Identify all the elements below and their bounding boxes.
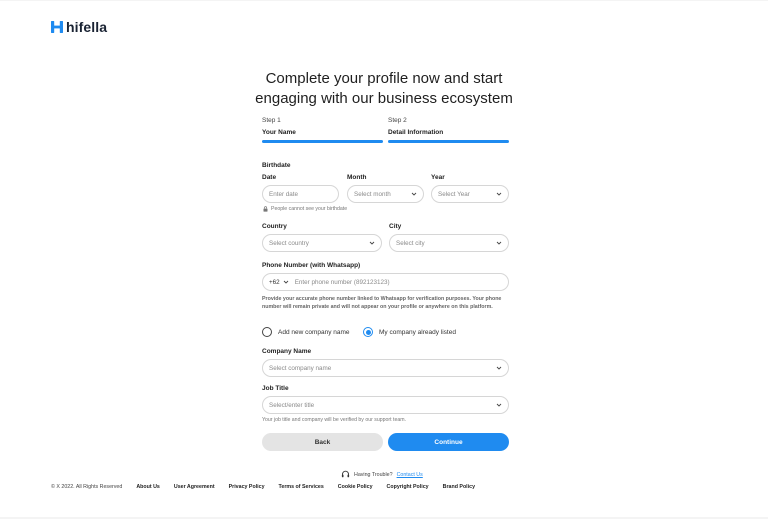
continue-button[interactable]: Continue xyxy=(388,433,509,451)
company-select-placeholder: Select company name xyxy=(269,364,332,372)
year-label: Year xyxy=(431,174,445,181)
step-2-progress-bar xyxy=(388,140,509,143)
date-input[interactable]: Enter date xyxy=(262,185,339,203)
page-title: Complete your profile now and start enga… xyxy=(234,69,534,109)
footer-link-about-us[interactable]: About Us xyxy=(136,484,160,490)
chevron-down-icon xyxy=(369,241,375,245)
step-1: Step 1 Your Name xyxy=(262,117,383,143)
job-title-placeholder: Select/enter title xyxy=(269,401,315,409)
chevron-down-icon xyxy=(496,403,502,407)
date-label: Date xyxy=(262,174,277,181)
back-button[interactable]: Back xyxy=(262,433,383,451)
brand-name: hifella xyxy=(66,19,108,35)
lock-icon xyxy=(263,206,268,212)
phone-input-placeholder: Enter phone number (892123123) xyxy=(294,278,390,286)
brand-logo[interactable]: hifella xyxy=(51,19,107,35)
page-title-line-2: engaging with our business ecosystem xyxy=(255,90,513,107)
date-input-placeholder: Enter date xyxy=(269,190,299,198)
job-title-select[interactable]: Select/enter title xyxy=(262,396,509,414)
phone-input[interactable]: +62 Enter phone number (892123123) xyxy=(262,273,509,291)
page-title-line-1: Complete your profile now and start xyxy=(265,70,503,87)
chevron-down-icon xyxy=(411,192,417,196)
chevron-down-icon xyxy=(496,241,502,245)
country-label: Country xyxy=(262,223,287,230)
page: hifella Complete your profile now and st… xyxy=(0,1,768,517)
company-label: Company Name xyxy=(262,348,312,355)
country-select-placeholder: Select country xyxy=(269,239,309,247)
footer: © X 2022. All Rights Reserved About Us U… xyxy=(51,484,489,490)
job-title-label: Job Title xyxy=(262,385,289,392)
footer-link-brand-policy[interactable]: Brand Policy xyxy=(443,484,475,490)
step-1-number: Step 1 xyxy=(262,117,281,124)
contact-us-link[interactable]: Contact Us xyxy=(397,472,423,478)
footer-link-privacy-policy[interactable]: Privacy Policy xyxy=(229,484,265,490)
help-line-text: Having Trouble? xyxy=(354,471,393,478)
radio-button[interactable] xyxy=(262,327,272,337)
radio-company-listed-label: My company already listed xyxy=(379,328,456,336)
birthdate-privacy-text: People cannot see your birthdate xyxy=(271,206,348,212)
city-label: City xyxy=(389,223,402,230)
step-1-progress-bar xyxy=(262,140,383,143)
footer-copyright: © X 2022. All Rights Reserved xyxy=(51,484,123,490)
radio-add-new-company-label: Add new company name xyxy=(278,328,350,336)
birthdate-section-label: Birthdate xyxy=(262,162,291,169)
chevron-down-icon xyxy=(496,192,502,196)
help-line: Having Trouble? Contact Us xyxy=(341,470,423,479)
year-select[interactable]: Select Year xyxy=(431,185,509,203)
birthdate-privacy-note: People cannot see your birthdate xyxy=(263,206,347,212)
step-2-name: Detail Information xyxy=(388,129,444,136)
footer-link-user-agreement[interactable]: User Agreement xyxy=(174,484,215,490)
step-2: Step 2 Detail Information xyxy=(388,117,509,143)
phone-label: Phone Number (with Whatsapp) xyxy=(262,262,361,269)
radio-button-selected[interactable] xyxy=(363,327,373,337)
phone-help-text: Provide your accurate phone number linke… xyxy=(262,296,502,310)
radio-company-listed[interactable]: My company already listed xyxy=(363,327,456,337)
job-verification-note: Your job title and company will be verif… xyxy=(262,417,406,423)
month-select[interactable]: Select month xyxy=(347,185,424,203)
radio-add-new-company[interactable]: Add new company name xyxy=(262,327,350,337)
company-select[interactable]: Select company name xyxy=(262,359,509,377)
city-select-placeholder: Select city xyxy=(396,239,425,247)
city-select[interactable]: Select city xyxy=(389,234,509,252)
country-code-select[interactable]: +62 xyxy=(269,279,289,286)
hifella-logo-icon xyxy=(51,21,63,33)
country-select[interactable]: Select country xyxy=(262,234,382,252)
step-1-name: Your Name xyxy=(262,129,296,136)
chevron-down-icon xyxy=(496,366,502,370)
footer-link-cookie-policy[interactable]: Cookie Policy xyxy=(338,484,373,490)
step-2-number: Step 2 xyxy=(388,117,407,124)
footer-link-copyright-policy[interactable]: Copyright Policy xyxy=(387,484,429,490)
footer-link-terms-of-services[interactable]: Terms of Services xyxy=(279,484,324,490)
country-code-value: +62 xyxy=(269,278,280,286)
year-select-placeholder: Select Year xyxy=(438,190,470,198)
chevron-down-icon xyxy=(283,280,289,284)
month-select-placeholder: Select month xyxy=(354,190,391,198)
month-label: Month xyxy=(347,174,367,181)
headset-icon xyxy=(341,470,350,478)
